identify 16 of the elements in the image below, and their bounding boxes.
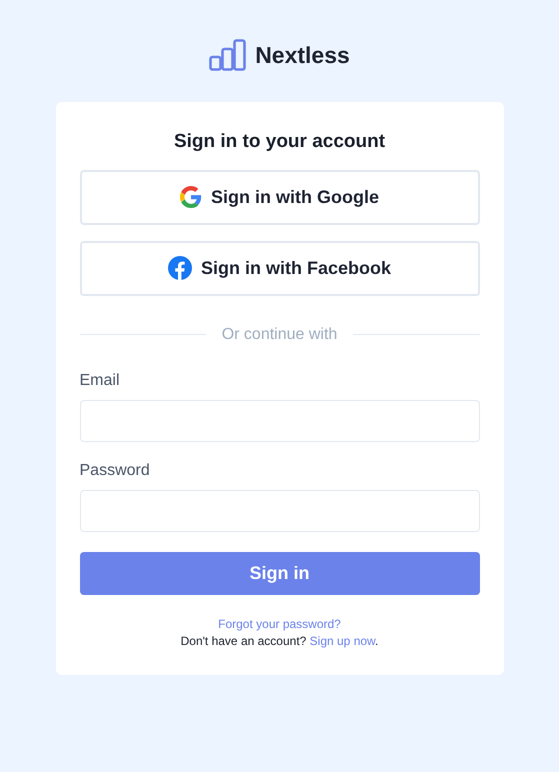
field-label: Password [80, 462, 151, 480]
sign-up-link[interactable]: Sign up now [310, 634, 376, 648]
input-field[interactable] [80, 490, 480, 532]
bar-chart-icon [209, 39, 248, 71]
divider-text: Or continue with [222, 326, 338, 344]
sign-up-prompt: Don't have an account? Sign up now. [180, 634, 378, 648]
social-sign-in-button[interactable]: Sign in with Google [80, 170, 480, 225]
forgot-password-link[interactable]: Forgot your password? [218, 616, 341, 631]
social-sign-in-button[interactable]: Sign in with Facebook [80, 240, 480, 296]
brand-name: Nextless [255, 42, 350, 68]
input-field[interactable] [80, 400, 480, 442]
field-label: Email [80, 372, 121, 390]
facebook-icon [168, 256, 192, 280]
google-icon [180, 186, 202, 208]
sign-in-button[interactable]: Sign in [80, 552, 480, 595]
card-title: Sign in to your account [172, 132, 386, 153]
